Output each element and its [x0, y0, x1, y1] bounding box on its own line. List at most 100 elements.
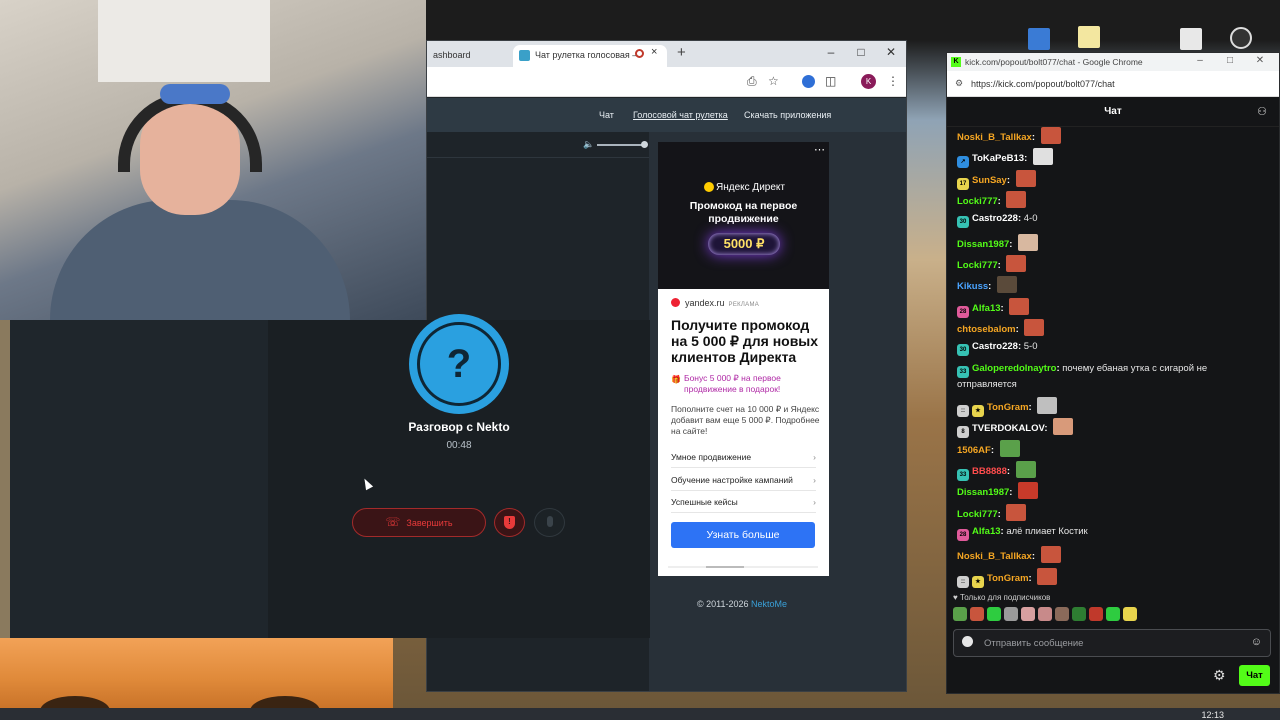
browser-menu-icon[interactable]: ⋮ [887, 74, 899, 88]
emote-icon[interactable] [1004, 607, 1018, 621]
chat-username[interactable]: chtosebalom [957, 324, 1016, 335]
tab-close-icon[interactable]: × [651, 46, 657, 58]
install-app-icon[interactable]: ⎙ [747, 74, 757, 89]
maximize-icon[interactable]: □ [1221, 55, 1239, 66]
chat-settings-icon[interactable]: ⚙ [1213, 667, 1226, 684]
site-info-icon[interactable]: ⚙ [955, 78, 963, 89]
chat-message[interactable]: Dissan1987: [957, 482, 1267, 500]
mic-button[interactable] [534, 508, 565, 537]
emote-icon[interactable] [1106, 607, 1120, 621]
chat-username[interactable]: Castro228 [972, 341, 1018, 352]
chat-username[interactable]: Dissan1987 [957, 487, 1009, 498]
chat-message[interactable]: chtosebalom: [957, 319, 1267, 337]
ad-options-icon[interactable]: ⋯ [814, 143, 825, 156]
minimize-icon[interactable]: – [1191, 55, 1209, 66]
chat-username[interactable]: BB8888 [972, 466, 1007, 477]
desktop-icon-app[interactable] [1028, 28, 1050, 50]
chat-message[interactable]: :: ★ TonGram: [957, 568, 1267, 588]
chat-username[interactable]: TVERDOKALOV [972, 423, 1044, 434]
chat-message[interactable]: Locki777: [957, 255, 1267, 273]
chat-message[interactable]: ↗ ToKaPeB13: [957, 148, 1267, 168]
chat-message[interactable]: 33 BB8888: [957, 461, 1267, 481]
extensions-puzzle-icon[interactable]: ◫ [825, 74, 836, 88]
emote-icon[interactable] [1038, 607, 1052, 621]
chat-message[interactable]: :: ★ TonGram: [957, 397, 1267, 417]
chat-message[interactable]: 8 TVERDOKALOV: [957, 418, 1267, 438]
volume-slider[interactable]: 🔈 [583, 139, 648, 149]
ad-link-smart-promotion[interactable]: Умное продвижение › [671, 452, 816, 468]
ad-link-campaign-training[interactable]: Обучение настройке кампаний › [671, 475, 816, 491]
browser-tab-nekto[interactable]: Чат рулетка голосовая — [513, 45, 667, 67]
chat-send-button[interactable]: Чат [1239, 665, 1270, 686]
chat-message[interactable]: 30 Castro228: 5-0 [957, 340, 1267, 356]
nav-link-download-apps[interactable]: Скачать приложения [744, 110, 831, 120]
browser-tab-dashboard[interactable]: ashboard [427, 45, 511, 67]
volume-knob[interactable] [641, 141, 648, 148]
chat-username[interactable]: Locki777 [957, 509, 998, 520]
ad-cta-button[interactable]: Узнать больше [671, 522, 815, 548]
chat-input-identity-icon[interactable] [962, 636, 973, 647]
kick-url[interactable]: https://kick.com/popout/bolt077/chat [971, 79, 1115, 89]
desktop-icon-clock-app[interactable] [1230, 27, 1252, 49]
chat-username[interactable]: Noski_B_Tallkax [957, 551, 1032, 562]
chat-message[interactable]: Locki777: [957, 191, 1267, 209]
end-call-button[interactable]: ☏ Завершить [352, 508, 486, 537]
emote-icon[interactable] [970, 607, 984, 621]
profile-avatar[interactable]: K [861, 74, 876, 89]
chat-message[interactable]: 30 Castro228: 4-0 [957, 212, 1267, 228]
users-icon[interactable]: ⚇ [1257, 105, 1267, 118]
chat-username[interactable]: Noski_B_Tallkax [957, 132, 1032, 143]
emote-icon[interactable] [953, 607, 967, 621]
desktop-icon-file[interactable] [1078, 26, 1100, 48]
extension-icon[interactable] [802, 75, 815, 88]
maximize-icon[interactable]: □ [851, 45, 871, 59]
close-window-icon[interactable]: ✕ [1251, 55, 1269, 66]
end-call-label: Завершить [406, 518, 453, 528]
chat-message[interactable]: Noski_B_Tallkax: [957, 546, 1267, 564]
chat-username[interactable]: Locki777 [957, 196, 998, 207]
yandex-ad[interactable]: ⋯ Яндекс Директ Промокод на первое продв… [658, 142, 829, 576]
chat-message[interactable]: Noski_B_Tallkax: [957, 127, 1267, 145]
browser-tab-title: Чат рулетка голосовая — [535, 50, 642, 60]
chat-username[interactable]: Alfa13 [972, 526, 1001, 537]
chat-message[interactable]: Dissan1987: [957, 234, 1267, 252]
chat-message[interactable]: 1506AF: [957, 440, 1267, 458]
chat-username[interactable]: TonGram [987, 402, 1029, 413]
emote-icon[interactable] [1072, 607, 1086, 621]
footer-link-nektome[interactable]: NektoMe [751, 599, 787, 609]
emote-icon[interactable] [1021, 607, 1035, 621]
ad-link-success-cases[interactable]: Успешные кейсы › [671, 497, 816, 513]
chat-username[interactable]: Castro228 [972, 213, 1018, 224]
emote-icon[interactable] [987, 607, 1001, 621]
chat-message[interactable]: 17 SunSay: [957, 170, 1267, 190]
emote-icon[interactable] [1089, 607, 1103, 621]
emoji-icon[interactable]: ☺ [1251, 636, 1262, 648]
new-tab-button[interactable]: + [677, 44, 686, 61]
chat-username[interactable]: ToKaPeB13 [972, 153, 1024, 164]
nav-link-chat[interactable]: Чат [599, 110, 614, 120]
chat-username[interactable]: Galoperedolnaytro [972, 363, 1056, 374]
chat-message-list[interactable]: Noski_B_Tallkax: ↗ ToKaPeB13: 17 SunSay: L… [947, 127, 1279, 595]
chat-username[interactable]: Alfa13 [972, 303, 1001, 314]
chat-message[interactable]: 33 Galoperedolnaytro: почему ебаная утка … [957, 362, 1267, 392]
chat-username[interactable]: Dissan1987 [957, 239, 1009, 250]
emote-icon[interactable] [1055, 607, 1069, 621]
report-button[interactable]: ! [494, 508, 525, 537]
chat-message[interactable]: 28 Alfa13: алё плиает Костик [957, 525, 1267, 541]
chat-username[interactable]: 1506AF [957, 445, 991, 456]
chat-username[interactable]: SunSay [972, 175, 1007, 186]
chat-username[interactable]: TonGram [987, 573, 1029, 584]
chat-message[interactable]: Locki777: [957, 504, 1267, 522]
nav-link-voice-roulette[interactable]: Голосовой чат рулетка [633, 110, 728, 120]
desktop-icon-document[interactable] [1180, 28, 1202, 50]
chat-message[interactable]: 28 Alfa13: [957, 298, 1267, 318]
minimize-icon[interactable]: – [821, 45, 841, 59]
chat-username[interactable]: Kikuss [957, 281, 988, 292]
close-window-icon[interactable]: ✕ [881, 45, 901, 59]
chat-username[interactable]: Locki777 [957, 260, 998, 271]
chat-message[interactable]: Kikuss: [957, 276, 1267, 294]
bookmark-star-icon[interactable]: ☆ [768, 74, 779, 88]
ad-title[interactable]: Получите промокод на 5 000 ₽ для новых к… [671, 317, 821, 365]
emote-icon[interactable] [1123, 607, 1137, 621]
chat-input[interactable]: Отправить сообщение ☺ [953, 629, 1271, 657]
